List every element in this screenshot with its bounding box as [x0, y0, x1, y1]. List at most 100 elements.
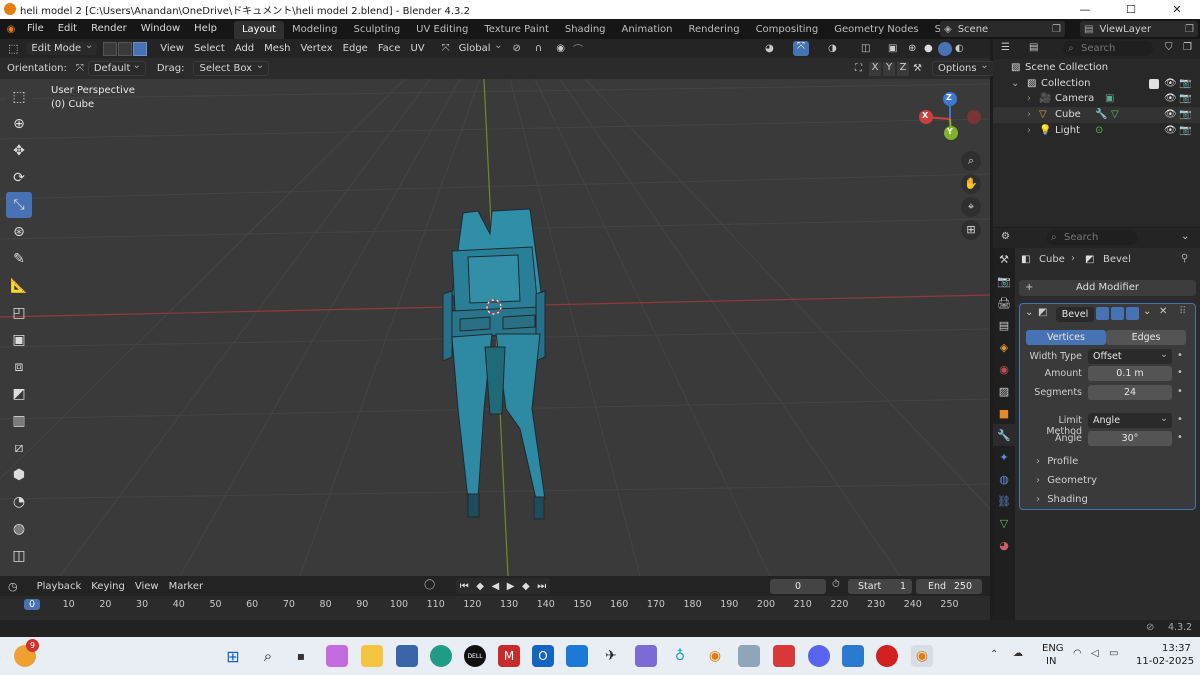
smooth-icon[interactable]: ◍	[6, 516, 32, 542]
material-shading-icon[interactable]	[938, 41, 952, 56]
bulb-app-icon[interactable]: ♁	[669, 645, 691, 667]
cursor-icon[interactable]: ⊕	[6, 111, 32, 137]
wireframe-shading-icon[interactable]: ⊕	[908, 43, 916, 54]
play-icon[interactable]: ▶	[507, 581, 515, 592]
keyframe-dot-icon[interactable]: •	[1177, 350, 1183, 361]
menu-mesh[interactable]: Mesh	[259, 43, 295, 54]
keyframe-dot-icon[interactable]: •	[1177, 414, 1183, 425]
timeline-editor-icon[interactable]: ◷	[8, 580, 18, 593]
mirror-z-button[interactable]: Z	[897, 61, 909, 76]
eye-icon[interactable]: 👁	[1164, 107, 1177, 123]
menu-timeline-view[interactable]: View	[130, 581, 164, 592]
exclude-checkbox[interactable]	[1149, 79, 1159, 89]
preview-range-icon[interactable]: ⏱	[832, 579, 840, 590]
blender-active-icon[interactable]: ◉	[911, 645, 933, 667]
record-app-icon[interactable]	[876, 645, 898, 667]
profile-subpanel[interactable]: › Profile	[1036, 456, 1186, 471]
discord-icon[interactable]	[808, 645, 830, 667]
visibility-icon[interactable]: ◕	[765, 43, 774, 54]
physics-tab-icon[interactable]: ◍	[993, 468, 1015, 490]
drag-dropdown[interactable]: Select Box	[193, 60, 270, 76]
menu-face[interactable]: Face	[373, 43, 406, 54]
new-viewlayer-icon[interactable]: ❐	[1185, 24, 1194, 35]
modifier-name-field[interactable]: Bevel	[1056, 307, 1094, 322]
navigation-gizmo[interactable]: Z X Y	[916, 89, 984, 159]
language-primary[interactable]: ENG	[1042, 643, 1064, 654]
eye-icon[interactable]: 👁	[1164, 76, 1177, 92]
scene-collection-row[interactable]: ▧ Scene Collection	[993, 60, 1200, 76]
pin-icon[interactable]: ⚲	[1181, 253, 1188, 264]
modifier-tab-icon[interactable]: 🔧	[993, 424, 1015, 446]
helicopter-mesh[interactable]	[442, 208, 546, 520]
spin-icon[interactable]: ◔	[6, 489, 32, 515]
tab-texture-paint[interactable]: Texture Paint	[476, 21, 557, 39]
outliner-item-camera[interactable]: › 🎥 Camera ▣ 👁 📷	[993, 91, 1200, 107]
viewport-toggle-icon[interactable]	[1111, 307, 1124, 320]
menu-edge[interactable]: Edge	[338, 43, 373, 54]
segments-field[interactable]: 24	[1088, 385, 1172, 400]
airplane-app-icon[interactable]: ✈	[600, 645, 622, 667]
render-toggle-icon[interactable]	[1126, 307, 1139, 320]
affect-edges-button[interactable]: Edges	[1106, 330, 1186, 345]
xray-toggle-icon[interactable]: ▣	[888, 43, 897, 54]
width-type-dropdown[interactable]: Offset ⌄	[1088, 349, 1172, 364]
tray-overflow-icon[interactable]: ⌃	[990, 649, 998, 660]
output-tab-icon[interactable]: 🖨	[993, 292, 1015, 314]
transform-icon[interactable]: ⊛	[6, 219, 32, 245]
menu-uv[interactable]: UV	[405, 43, 429, 54]
add-modifier-button[interactable]: + Add Modifier	[1019, 280, 1196, 296]
store-icon[interactable]	[396, 645, 418, 667]
outlook-icon[interactable]: O	[532, 645, 554, 667]
menu-window[interactable]: Window	[134, 19, 187, 39]
orientation-dropdown[interactable]: Default	[87, 60, 146, 76]
dropdown-chevron-icon[interactable]: ⌄	[1143, 306, 1151, 317]
xray-mesh-icon[interactable]: ◫	[861, 43, 870, 54]
inset-icon[interactable]: ⧈	[6, 354, 32, 380]
camera-render-icon[interactable]: 📷	[1179, 91, 1191, 107]
vertex-select-icon[interactable]	[103, 41, 118, 56]
cloud-icon[interactable]: ☁	[1013, 648, 1023, 659]
outliner-item-light[interactable]: › 💡 Light ⊙ 👁 📷	[993, 123, 1200, 139]
object-tab-icon[interactable]: ■	[993, 402, 1015, 424]
menu-add[interactable]: Add	[230, 43, 259, 54]
collection-row[interactable]: ⌄ ▨ Collection 👁 📷	[993, 76, 1200, 92]
menu-select[interactable]: Select	[189, 43, 230, 54]
remote-desktop-icon[interactable]	[566, 645, 588, 667]
tab-sculpting[interactable]: Sculpting	[345, 21, 408, 39]
annotate-icon[interactable]: ✎	[6, 246, 32, 272]
expand-right-icon[interactable]: ›	[1027, 107, 1031, 123]
play-reverse-icon[interactable]: ◀	[492, 581, 500, 592]
start-frame-field[interactable]: Start 1	[848, 579, 912, 594]
material-tab-icon[interactable]: ◕	[993, 534, 1015, 556]
wifi-icon[interactable]: ◠	[1073, 648, 1082, 659]
filter-icon[interactable]: ⛉	[1165, 42, 1173, 53]
camera-render-icon[interactable]: 📷	[1179, 123, 1191, 139]
menu-marker[interactable]: Marker	[164, 581, 209, 592]
menu-render[interactable]: Render	[84, 19, 134, 39]
limit-method-dropdown[interactable]: Angle ⌄	[1088, 413, 1172, 428]
expand-right-icon[interactable]: ›	[1027, 123, 1031, 139]
scene-selector[interactable]: ◈ Scene ❐	[940, 21, 1065, 37]
new-collection-icon[interactable]: ❐	[1183, 42, 1192, 53]
windows-start-icon[interactable]: ⊞	[222, 645, 244, 667]
perspective-toggle-icon[interactable]: ⊞	[961, 220, 981, 240]
current-frame-field[interactable]: 0	[770, 579, 826, 594]
viewlayer-selector[interactable]: ▤ ViewLayer ❐	[1080, 21, 1198, 37]
loop-cut-icon[interactable]: ▥	[6, 408, 32, 434]
scene-tab-icon[interactable]: ◈	[993, 336, 1015, 358]
language-secondary[interactable]: IN	[1046, 656, 1056, 667]
tab-animation[interactable]: Animation	[614, 21, 681, 39]
clock-time[interactable]: 13:37	[1162, 643, 1191, 654]
properties-search-input[interactable]: ⌕ Search	[1046, 230, 1138, 245]
camera-render-icon[interactable]: 📷	[1179, 107, 1191, 123]
photos-app-icon[interactable]	[635, 645, 657, 667]
falloff-icon[interactable]: ⌒	[573, 41, 583, 56]
close-window-button[interactable]: ✕	[1154, 0, 1200, 19]
jump-start-icon[interactable]: ⏮	[460, 581, 469, 592]
mirror-y-button[interactable]: Y	[883, 61, 895, 76]
copilot-icon[interactable]	[326, 645, 348, 667]
expand-right-icon[interactable]: ›	[1027, 91, 1031, 107]
blender-menu-icon[interactable]: ◉	[2, 19, 20, 39]
keyframe-dot-icon[interactable]: •	[1177, 367, 1183, 378]
view-layer-tab-icon[interactable]: ▤	[993, 314, 1015, 336]
